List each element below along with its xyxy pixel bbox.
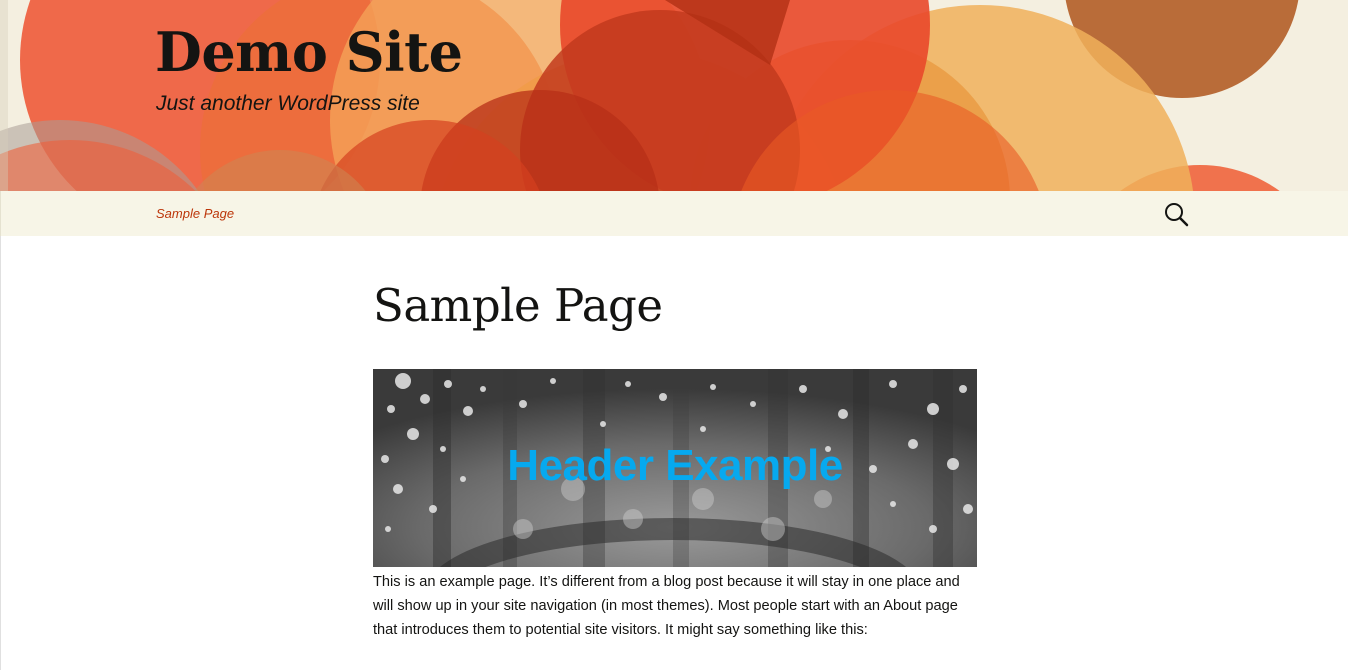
page-body-text: This is an example page. It’s different …: [373, 574, 960, 638]
main-navigation: Sample Page: [0, 191, 1348, 236]
header-example-image: Header Example: [373, 369, 977, 567]
site-header: Demo Site Just another WordPress site: [0, 0, 1348, 191]
page-title: Sample Page: [373, 279, 663, 332]
site-title[interactable]: Demo Site: [155, 20, 463, 84]
page-border: [0, 236, 1, 670]
nav-item-sample-page[interactable]: Sample Page: [156, 206, 234, 221]
header-example-caption: Header Example: [507, 441, 843, 490]
site-description: Just another WordPress site: [156, 92, 420, 115]
search-icon[interactable]: [1162, 200, 1190, 228]
